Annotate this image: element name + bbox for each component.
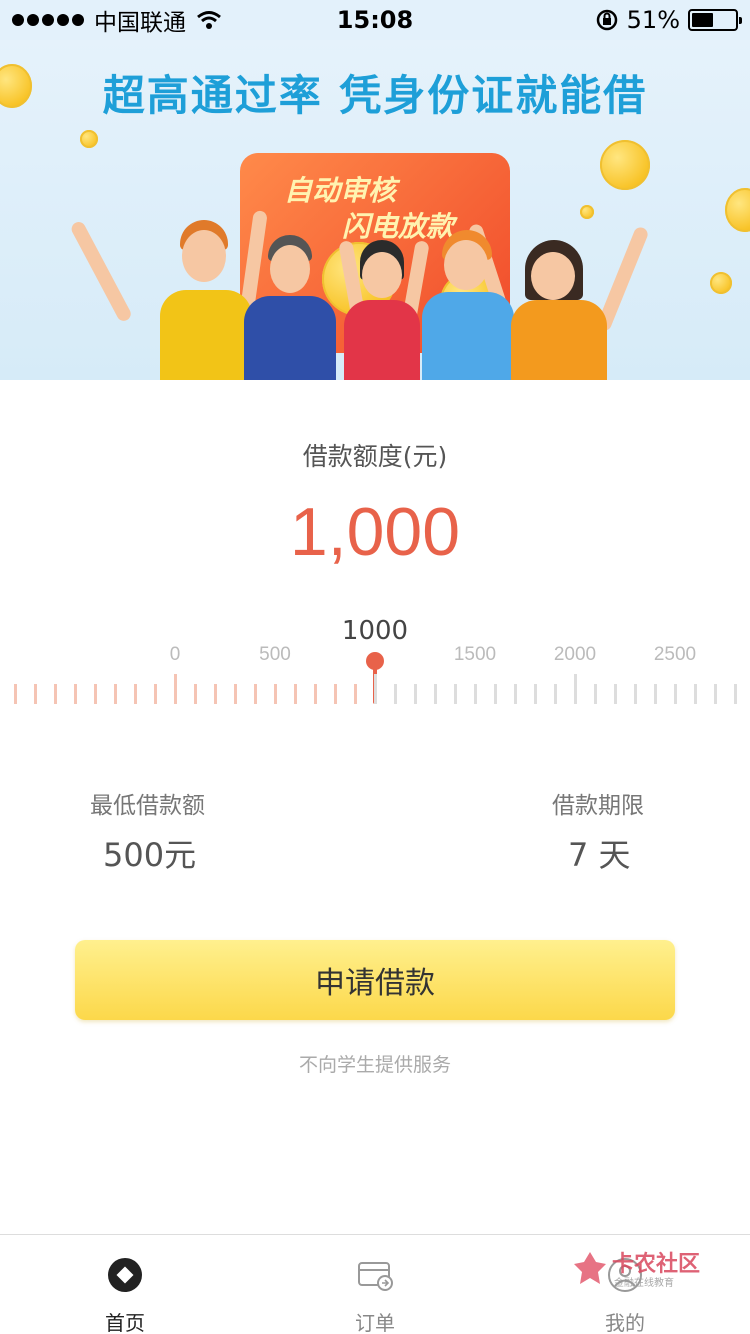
slider-tick [214,684,217,704]
slider-tick [274,684,277,704]
slider-tick-label: 1500 [453,644,497,665]
slider-tick [154,684,157,704]
slider-tick [734,684,737,704]
person-illustration [505,225,650,380]
tab-label: 我的 [605,1311,645,1334]
slider-tick [574,674,577,704]
watermark-logo-icon [574,1252,606,1284]
coin-icon [710,272,732,294]
slider-tick [234,684,237,704]
slider-tick [374,674,377,704]
slider-tick [514,684,517,704]
slider-tick [654,684,657,704]
coin-icon [725,188,750,232]
tab-home[interactable]: 首页 [0,1235,250,1334]
coin-icon [80,130,98,148]
term-label: 借款期限 [552,793,644,819]
card-line-1: 自动审核 [284,174,397,207]
disclaimer: 不向学生提供服务 [298,1054,451,1076]
slider-tick [714,684,717,704]
slider-tick [674,684,677,704]
slider-tick [74,684,77,704]
promo-banner[interactable]: 超高通过率 凭身份证就能借 自动审核 闪电放款 [0,40,750,380]
slider-tick [134,684,137,704]
slider-tick [434,684,437,704]
slider-tick-label: 2500 [653,644,697,665]
apply-loan-button[interactable]: 申请借款 [75,940,675,1020]
slider-tick [534,684,537,704]
slider-tick [94,684,97,704]
slider-tick [194,684,197,704]
slider-tick [554,684,557,704]
tab-orders[interactable]: 订单 [250,1235,500,1334]
status-bar: 中国联通 15:08 51% [0,0,750,40]
slider-tick [694,684,697,704]
slider-tick [634,684,637,704]
slider-tick [394,684,397,704]
slider-tick-label: 2000 [553,644,597,665]
tab-label: 首页 [105,1311,145,1334]
slider-tick [294,684,297,704]
slider-tick-label: 500 [259,644,291,665]
slider-tick [254,684,257,704]
person-illustration [240,235,340,380]
slider-current-value: 1000 [341,616,409,646]
order-icon [358,1262,393,1291]
slider-tick [114,684,117,704]
slider-tick [354,684,357,704]
slider-tick [614,684,617,704]
slider-tick [314,684,317,704]
slider-tick [414,684,417,704]
status-right: 51% [595,6,742,34]
banner-title: 超高通过率 凭身份证就能借 [102,71,648,120]
tab-label: 订单 [355,1311,395,1334]
orientation-lock-icon [596,9,617,31]
slider-tick-label: 0 [169,644,181,665]
coin-icon [600,140,650,190]
battery-fill [692,13,713,27]
term-value: 7 天 [568,836,631,874]
person-illustration [338,239,430,380]
amount-value: 1,000 [289,494,461,570]
watermark: 卡农社区 金融在线教育 [570,1244,710,1294]
slider-tick [454,684,457,704]
coin-icon [580,205,594,219]
slider-tick [34,684,37,704]
slider-tick [474,684,477,704]
battery-percent: 51% [626,6,680,34]
person-illustration [418,222,518,380]
home-icon [108,1258,142,1292]
slider-tick [54,684,57,704]
slider-tick [174,674,177,704]
amount-label: 借款额度(元) [302,442,448,471]
battery-icon [688,9,742,31]
slider-tick [334,684,337,704]
watermark-subtitle: 金融在线教育 [614,1278,674,1289]
slider-handle[interactable] [366,652,384,670]
slider-tick [14,684,17,704]
slider-tick [494,684,497,704]
slider-tick [594,684,597,704]
amount-slider[interactable]: 1000 0 500 1500 2000 2500 [0,610,750,720]
min-amount-value: 500元 [103,836,197,874]
min-amount-label: 最低借款额 [90,793,205,819]
